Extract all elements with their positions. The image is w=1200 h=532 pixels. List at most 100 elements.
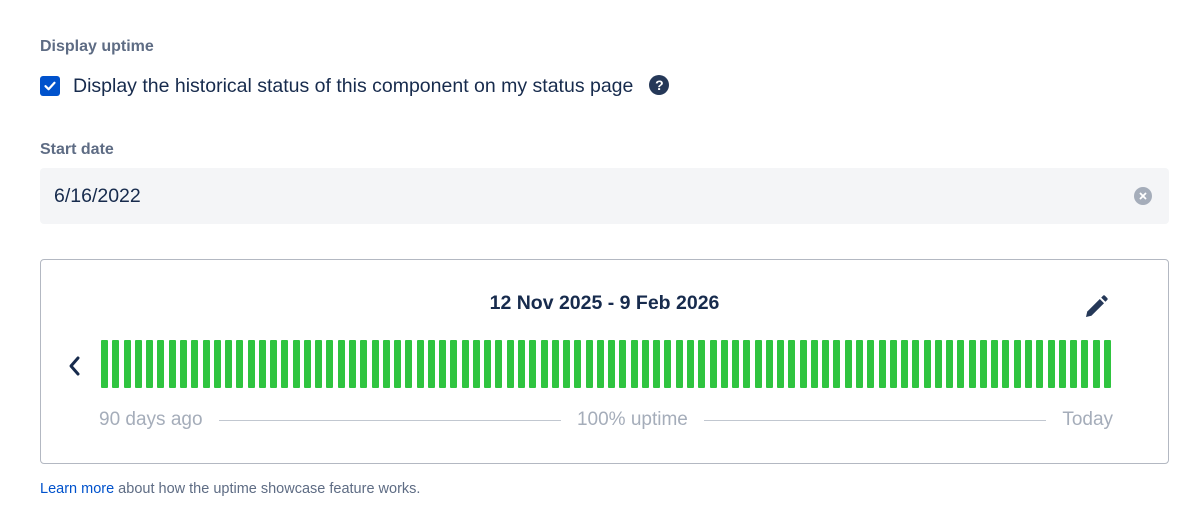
uptime-day-bar[interactable] [946, 340, 954, 388]
start-date-input[interactable] [40, 168, 1100, 224]
historical-status-label[interactable]: Display the historical status of this co… [73, 75, 633, 98]
uptime-day-bar[interactable] [394, 340, 402, 388]
uptime-day-bar[interactable] [405, 340, 413, 388]
uptime-day-bar[interactable] [472, 340, 480, 388]
uptime-day-bar[interactable] [844, 340, 852, 388]
uptime-day-bar[interactable] [720, 340, 728, 388]
uptime-day-bar[interactable] [213, 340, 221, 388]
uptime-day-bar[interactable] [698, 340, 706, 388]
uptime-day-bar[interactable] [878, 340, 886, 388]
uptime-day-bar[interactable] [732, 340, 740, 388]
uptime-day-bar[interactable] [822, 340, 830, 388]
uptime-day-bar[interactable] [788, 340, 796, 388]
uptime-day-bar[interactable] [979, 340, 987, 388]
clear-circle-icon[interactable] [1134, 187, 1152, 205]
uptime-day-bar[interactable] [799, 340, 807, 388]
uptime-day-bar[interactable] [281, 340, 289, 388]
uptime-day-bar[interactable] [529, 340, 537, 388]
uptime-day-bar[interactable] [349, 340, 356, 388]
uptime-day-bar[interactable] [236, 340, 244, 388]
uptime-day-bar[interactable] [202, 340, 210, 388]
uptime-day-bar[interactable] [810, 340, 818, 388]
uptime-day-bar[interactable] [563, 340, 571, 388]
uptime-day-bar[interactable] [754, 340, 762, 388]
uptime-day-bar[interactable] [934, 340, 942, 388]
axis-middle-label: 100% uptime [576, 409, 688, 430]
uptime-day-bar[interactable] [1013, 340, 1021, 388]
uptime-day-bar[interactable] [157, 340, 165, 388]
uptime-day-bar[interactable] [551, 340, 559, 388]
uptime-day-bar[interactable] [191, 340, 199, 388]
pencil-icon[interactable] [1082, 293, 1110, 321]
uptime-day-bar[interactable] [574, 340, 582, 388]
uptime-day-bar[interactable] [518, 340, 525, 388]
uptime-day-bar[interactable] [416, 340, 424, 388]
uptime-day-bar[interactable] [540, 340, 548, 388]
uptime-day-bar[interactable] [360, 340, 368, 388]
uptime-day-bar[interactable] [495, 340, 503, 388]
question-circle-icon[interactable]: ? [649, 75, 670, 95]
uptime-day-bar[interactable] [439, 340, 447, 388]
uptime-day-bar[interactable] [1025, 340, 1032, 388]
uptime-day-bar[interactable] [709, 340, 717, 388]
uptime-day-bar[interactable] [641, 340, 649, 388]
uptime-day-bar[interactable] [777, 340, 785, 388]
uptime-day-bar[interactable] [1092, 340, 1100, 388]
uptime-day-bar[interactable] [889, 340, 897, 388]
uptime-day-bar[interactable] [608, 340, 616, 388]
uptime-day-bar[interactable] [292, 340, 300, 388]
uptime-day-bar[interactable] [225, 340, 233, 388]
uptime-day-bar[interactable] [1081, 340, 1089, 388]
learn-more-link[interactable]: Learn more [40, 481, 114, 497]
uptime-day-bar[interactable] [326, 340, 334, 388]
uptime-day-bar[interactable] [630, 340, 638, 388]
uptime-day-bar[interactable] [337, 340, 345, 388]
uptime-day-bar[interactable] [112, 340, 120, 388]
uptime-day-bar[interactable] [765, 340, 773, 388]
uptime-day-bar[interactable] [619, 340, 627, 388]
checkmark-icon [44, 81, 56, 91]
uptime-day-bar[interactable] [270, 340, 278, 388]
uptime-day-bar[interactable] [1103, 340, 1111, 388]
uptime-day-bar[interactable] [653, 340, 661, 388]
uptime-day-bar[interactable] [585, 340, 593, 388]
uptime-day-bar[interactable] [134, 340, 142, 388]
uptime-day-bar[interactable] [664, 340, 672, 388]
uptime-day-bar[interactable] [427, 340, 435, 388]
uptime-day-bar[interactable] [957, 340, 965, 388]
uptime-day-bar[interactable] [923, 340, 931, 388]
uptime-day-bar[interactable] [461, 340, 469, 388]
uptime-day-bar[interactable] [867, 340, 875, 388]
uptime-day-bar[interactable] [991, 340, 999, 388]
uptime-day-bar[interactable] [247, 340, 255, 388]
uptime-day-bar[interactable] [968, 340, 976, 388]
uptime-day-bar[interactable] [912, 340, 920, 388]
uptime-day-bar[interactable] [146, 340, 154, 388]
chevron-left-icon[interactable] [65, 354, 85, 378]
uptime-day-bar[interactable] [687, 340, 694, 388]
uptime-day-bar[interactable] [382, 340, 390, 388]
uptime-day-bar[interactable] [371, 340, 379, 388]
uptime-day-bar[interactable] [1070, 340, 1078, 388]
uptime-day-bar[interactable] [1036, 340, 1044, 388]
uptime-day-bar[interactable] [123, 340, 131, 388]
uptime-day-bar[interactable] [180, 340, 187, 388]
uptime-day-bar[interactable] [1058, 340, 1066, 388]
uptime-day-bar[interactable] [484, 340, 492, 388]
uptime-day-bar[interactable] [303, 340, 311, 388]
uptime-day-bar[interactable] [901, 340, 909, 388]
uptime-day-bar[interactable] [506, 340, 514, 388]
uptime-day-bar[interactable] [675, 340, 683, 388]
uptime-day-bar[interactable] [1002, 340, 1010, 388]
uptime-day-bar[interactable] [168, 340, 176, 388]
uptime-day-bar[interactable] [258, 340, 266, 388]
uptime-day-bar[interactable] [450, 340, 458, 388]
uptime-day-bar[interactable] [1047, 340, 1055, 388]
uptime-day-bar[interactable] [315, 340, 323, 388]
uptime-day-bar[interactable] [596, 340, 604, 388]
uptime-day-bar[interactable] [856, 340, 863, 388]
uptime-day-bar[interactable] [743, 340, 751, 388]
uptime-day-bar[interactable] [101, 340, 109, 388]
uptime-day-bar[interactable] [833, 340, 841, 388]
historical-status-checkbox[interactable] [40, 76, 60, 96]
